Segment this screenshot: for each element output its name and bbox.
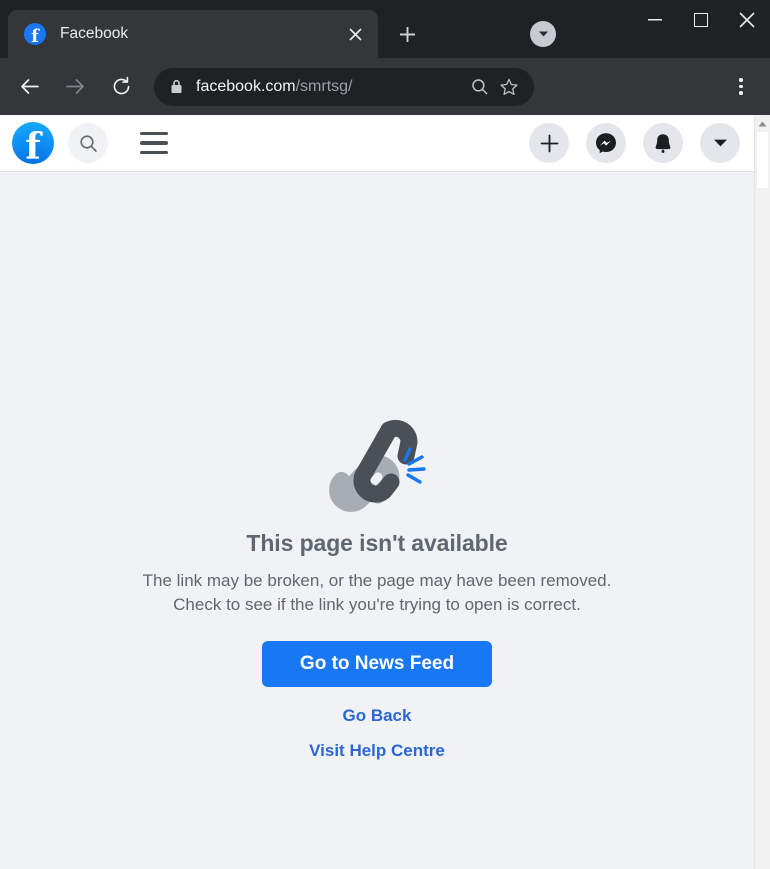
minimize-button[interactable] [632, 0, 678, 40]
messenger-button[interactable] [586, 123, 626, 163]
facebook-favicon-icon: f [24, 23, 46, 45]
tab-search-button[interactable] [530, 21, 556, 47]
broken-link-icon [329, 419, 426, 512]
account-button[interactable] [700, 123, 740, 163]
create-button[interactable] [529, 123, 569, 163]
plus-icon [540, 134, 558, 152]
hamburger-bar [140, 150, 168, 155]
plus-icon [399, 26, 415, 42]
maximize-icon [694, 13, 708, 27]
zoom-search-button[interactable] [464, 72, 494, 102]
hamburger-menu-button[interactable] [132, 123, 176, 163]
lock-icon-glyph [171, 79, 182, 93]
close-window-button[interactable] [724, 0, 770, 40]
scroll-up-arrow-icon [758, 121, 767, 126]
url-domain: facebook.com [196, 77, 296, 95]
messenger-icon [596, 133, 616, 154]
search-button[interactable] [68, 123, 108, 163]
notifications-button[interactable] [643, 123, 683, 163]
tab-strip: f Facebook [0, 0, 770, 58]
facebook-logo[interactable]: f [12, 122, 54, 164]
forward-button [56, 68, 94, 106]
page-scrollbar[interactable] [754, 115, 770, 869]
window-controls [632, 0, 770, 40]
favicon-letter: f [31, 26, 39, 46]
bell-icon [655, 133, 671, 153]
facebook-logo-letter: f [25, 126, 41, 164]
address-bar[interactable]: facebook.com/smrtsg/ [154, 67, 534, 106]
hamburger-bar [140, 141, 168, 145]
bookmark-button[interactable] [494, 72, 524, 102]
chevron-down-icon [713, 139, 727, 147]
url-path: /smrtsg/ [295, 77, 353, 95]
close-icon [739, 12, 755, 28]
forward-arrow-icon [65, 79, 84, 94]
menu-dot [739, 91, 743, 95]
reload-button[interactable] [102, 68, 140, 106]
search-zoom-icon [471, 79, 487, 95]
browser-toolbar: facebook.com/smrtsg/ [0, 58, 770, 115]
menu-dot [739, 78, 743, 82]
minimize-icon [648, 19, 662, 21]
facebook-header-actions [529, 123, 740, 163]
browser-window: f Facebook facebook.com/smrtsg/ f This p… [0, 0, 770, 869]
page-viewport: f This page isn't available The link may… [0, 115, 770, 869]
error-description: The link may be broken, or the page may … [142, 571, 612, 614]
reload-icon [113, 76, 129, 95]
browser-tab-facebook[interactable]: f Facebook [8, 10, 378, 58]
scroll-up-button[interactable] [755, 115, 770, 132]
close-icon-glyph [348, 27, 362, 41]
go-back-link[interactable]: Go Back [343, 706, 412, 726]
facebook-page: f This page isn't available The link may… [0, 115, 754, 869]
visit-help-centre-link[interactable]: Visit Help Centre [309, 741, 445, 761]
url-text: facebook.com/smrtsg/ [196, 78, 464, 96]
scrollbar-thumb[interactable] [757, 132, 768, 188]
lock-icon [170, 79, 183, 94]
menu-dot [739, 84, 743, 89]
browser-menu-button[interactable] [724, 70, 758, 104]
star-icon [500, 78, 518, 95]
tab-title: Facebook [60, 25, 129, 42]
back-button[interactable] [10, 68, 48, 106]
close-tab-icon[interactable] [342, 21, 368, 47]
error-content: This page isn't available The link may b… [0, 172, 754, 869]
back-arrow-icon [20, 79, 39, 94]
search-icon [79, 134, 97, 152]
chevron-down-icon [538, 31, 548, 37]
go-to-news-feed-button[interactable]: Go to News Feed [261, 641, 493, 687]
new-tab-button[interactable] [390, 17, 424, 51]
facebook-header: f [0, 115, 754, 172]
maximize-button[interactable] [678, 0, 724, 40]
hamburger-bar [140, 131, 168, 136]
error-title: This page isn't available [246, 530, 508, 556]
